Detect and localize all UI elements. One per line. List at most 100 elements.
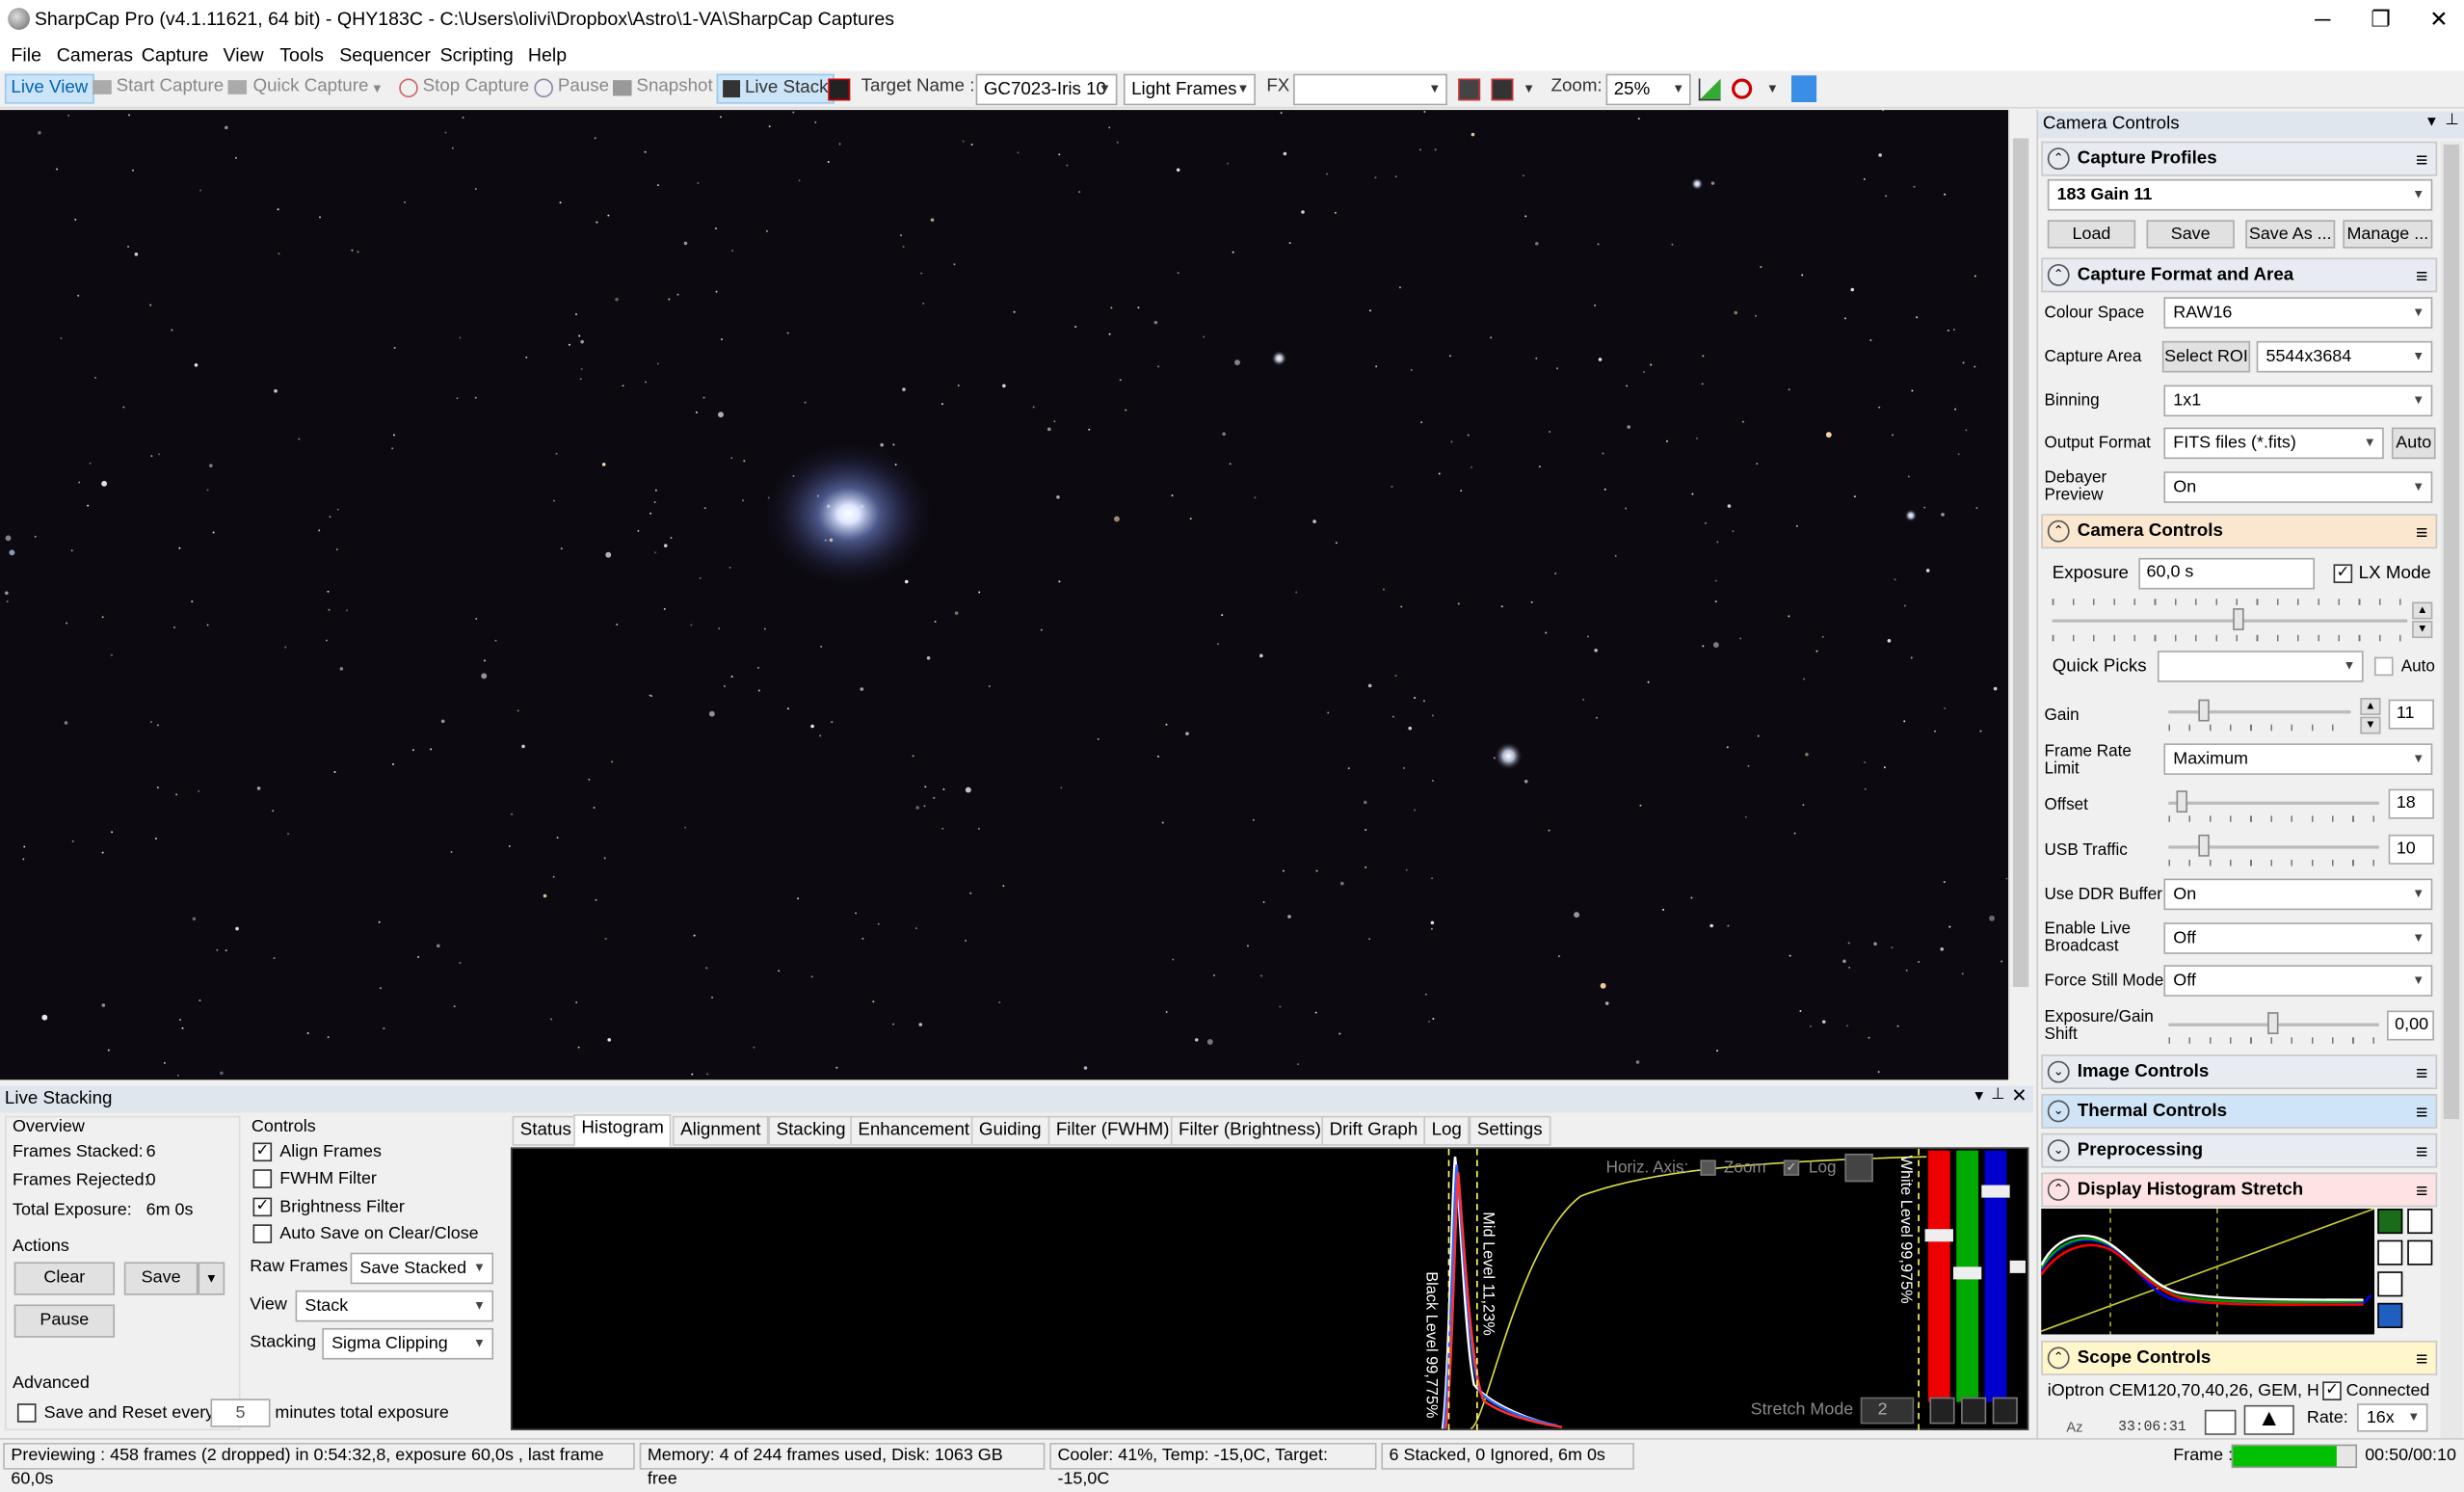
save-as-profile-button[interactable]: Save As ... — [2245, 220, 2336, 249]
collapse-chevron-icon[interactable]: ⌃ — [2047, 263, 2070, 286]
expand-chevron-icon[interactable]: ⌄ — [2047, 1060, 2070, 1083]
exposure-slider-thumb[interactable] — [2233, 608, 2244, 630]
save-reset-minutes-input[interactable]: 5 — [210, 1399, 271, 1427]
offset-input[interactable]: 18 — [2388, 788, 2434, 819]
image-controls-section[interactable]: ⌄ Image Controls ≡ — [2041, 1054, 2438, 1090]
restore-button[interactable]: ❐ — [2352, 0, 2409, 40]
force-still-select[interactable]: Off ▼ — [2163, 965, 2433, 997]
lx-mode-checkbox[interactable]: ✓ — [2333, 564, 2353, 583]
raw-frames-select[interactable]: Save Stacked ▼ — [350, 1252, 494, 1285]
blue-level-handle[interactable] — [1981, 1185, 2010, 1198]
tab-settings[interactable]: Settings — [1469, 1115, 1550, 1146]
capture-format-section[interactable]: ⌃ Capture Format and Area ≡ — [2041, 257, 2438, 293]
scope-north-arrow-icon[interactable]: ▲ — [2243, 1404, 2294, 1435]
pause-button[interactable]: Pause — [558, 77, 609, 96]
menu-help[interactable]: Help — [528, 44, 567, 67]
collapse-chevron-icon[interactable]: ⌃ — [2047, 1179, 2070, 1201]
colour-space-select[interactable]: RAW16 ▼ — [2163, 297, 2433, 329]
tab-filter-fwhm[interactable]: Filter (FWHM) — [1047, 1115, 1178, 1146]
fwhm-filter-checkbox[interactable] — [252, 1169, 273, 1188]
binning-select[interactable]: 1x1 ▼ — [2163, 385, 2433, 417]
live-broadcast-select[interactable]: Off ▼ — [2163, 922, 2433, 954]
snapshot-button[interactable]: Snapshot — [636, 77, 712, 96]
menu-tools[interactable]: Tools — [279, 44, 324, 67]
hamburger-icon[interactable]: ≡ — [2416, 1344, 2427, 1375]
quick-capture-button[interactable]: Quick Capture — [253, 77, 369, 96]
camera-controls-section[interactable]: ⌃ Camera Controls ≡ — [2041, 514, 2438, 549]
zoom-checkbox[interactable] — [1700, 1159, 1716, 1176]
manage-profiles-button[interactable]: Manage ... — [2343, 220, 2433, 249]
exposure-down-icon[interactable]: ▼ — [2412, 621, 2433, 639]
menu-view[interactable]: View — [224, 44, 264, 67]
reticle-icon[interactable] — [1458, 78, 1481, 101]
stop-capture-button[interactable]: Stop Capture — [423, 77, 530, 96]
select-roi-button[interactable]: Select ROI — [2161, 340, 2251, 373]
scope-controls-section[interactable]: ⌃ Scope Controls ≡ — [2041, 1340, 2438, 1375]
histogram-reset-icon[interactable] — [1992, 1397, 2018, 1425]
quick-picks-auto-checkbox[interactable] — [2373, 656, 2394, 677]
brightness-filter-checkbox[interactable]: ✓ — [252, 1197, 273, 1217]
stretch-auto-icon[interactable] — [2377, 1209, 2403, 1235]
preprocessing-section[interactable]: ⌄ Preprocessing ≡ — [2041, 1132, 2438, 1168]
quick-picks-select[interactable]: ▼ — [2157, 651, 2364, 682]
tab-enhancement[interactable]: Enhancement — [850, 1115, 978, 1146]
shift-slider-thumb[interactable] — [2267, 1012, 2279, 1035]
frame-type-select[interactable]: Light Frames ▼ — [1123, 73, 1256, 106]
save-reset-checkbox[interactable] — [16, 1403, 37, 1423]
stretch-reset-icon[interactable] — [2377, 1271, 2403, 1297]
stack-histogram[interactable]: Horiz. Axis: Zoom ✓ Log Black Level 99,7… — [510, 1147, 2029, 1432]
stretch-lock-icon[interactable] — [2407, 1239, 2433, 1266]
view-select[interactable]: Stack ▼ — [295, 1290, 494, 1322]
tab-filter-brightness[interactable]: Filter (Brightness) — [1170, 1115, 1330, 1146]
exposure-gain-shift-input[interactable]: 0,00 — [2387, 1010, 2434, 1041]
collapse-chevron-icon[interactable]: ⌃ — [2047, 147, 2070, 171]
ddr-buffer-select[interactable]: On ▼ — [2163, 878, 2433, 911]
tools-dropdown-icon[interactable]: ▼ — [1523, 82, 1535, 96]
pin-icon[interactable]: ⊥ — [2445, 112, 2458, 129]
magnifier-icon[interactable] — [1732, 78, 1753, 99]
menu-cameras[interactable]: Cameras — [57, 44, 133, 67]
exposure-input[interactable]: 60,0 s — [2138, 557, 2316, 590]
exposure-up-icon[interactable]: ▲ — [2412, 601, 2433, 620]
offset-slider-thumb[interactable] — [2176, 790, 2187, 813]
connected-checkbox[interactable]: ✓ — [2322, 1381, 2342, 1400]
stretch-contrast-icon[interactable] — [2407, 1209, 2433, 1235]
panel-menu-icon[interactable]: ▼ — [2424, 113, 2439, 128]
thermal-controls-section[interactable]: ⌄ Thermal Controls ≡ — [2041, 1093, 2438, 1129]
collapse-chevron-icon[interactable]: ⌃ — [2047, 520, 2070, 543]
start-capture-button[interactable]: Start Capture — [117, 77, 225, 96]
offset-slider-track[interactable] — [2168, 801, 2379, 805]
pin-tool-icon[interactable] — [1790, 75, 1817, 102]
display-histogram-stretch-section[interactable]: ⌃ Display Histogram Stretch ≡ — [2041, 1172, 2438, 1208]
minimize-button[interactable]: ─ — [2294, 0, 2351, 40]
capture-area-select[interactable]: 5544x3684 ▼ — [2256, 340, 2433, 373]
right-panel-scrollbar-thumb[interactable] — [2443, 145, 2460, 1120]
frame-rate-select[interactable]: Maximum ▼ — [2163, 743, 2433, 775]
capture-profile-select[interactable]: 183 Gain 11 ▼ — [2047, 178, 2433, 211]
stretch-histogram-graph[interactable] — [2040, 1208, 2375, 1335]
hamburger-icon[interactable]: ≡ — [2416, 145, 2427, 176]
histogram-lightning-icon[interactable] — [1844, 1153, 1873, 1183]
histogram-auto-stretch-icon[interactable] — [1929, 1397, 1955, 1425]
align-frames-checkbox[interactable]: ✓ — [252, 1142, 273, 1162]
menu-scripting[interactable]: Scripting — [440, 44, 514, 67]
hamburger-icon[interactable]: ≡ — [2416, 518, 2427, 549]
hamburger-icon[interactable]: ≡ — [2416, 1176, 2427, 1208]
magnifier-dropdown-icon[interactable]: ▼ — [1766, 82, 1779, 96]
histogram-icon[interactable] — [1698, 78, 1721, 101]
usb-traffic-input[interactable]: 10 — [2388, 834, 2434, 865]
gain-up-icon[interactable]: ▲ — [2360, 698, 2381, 715]
target-name-input[interactable]: GC7023-Iris 10 ▼ — [975, 73, 1118, 106]
hamburger-icon[interactable]: ≡ — [2416, 1097, 2427, 1129]
stretch-lightning-icon[interactable] — [2377, 1239, 2403, 1266]
debayer-preview-select[interactable]: On ▼ — [2163, 471, 2433, 503]
gain-slider-track[interactable] — [2168, 710, 2351, 714]
menu-capture[interactable]: Capture — [142, 44, 209, 67]
gain-slider-thumb[interactable] — [2198, 699, 2210, 722]
gain-down-icon[interactable]: ▼ — [2360, 716, 2381, 734]
slew-rate-select[interactable]: 16x ▼ — [2357, 1403, 2428, 1432]
tab-guiding[interactable]: Guiding — [970, 1115, 1049, 1146]
red-level-handle[interactable] — [1924, 1229, 1953, 1242]
usb-slider-thumb[interactable] — [2198, 834, 2210, 857]
auto-save-checkbox[interactable] — [252, 1224, 273, 1243]
